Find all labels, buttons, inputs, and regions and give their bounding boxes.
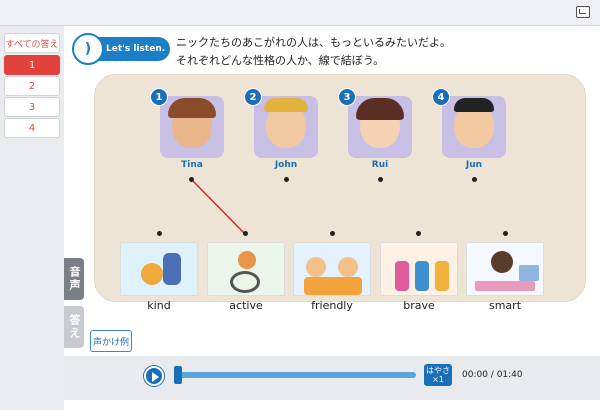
scene-image-active	[207, 242, 285, 296]
person-card-tina	[160, 96, 224, 158]
scene-image-smart	[466, 242, 544, 296]
time-display: 00:00 / 01:40	[462, 370, 523, 380]
question-1-button[interactable]: 1	[4, 55, 60, 75]
word-dot[interactable]	[416, 231, 421, 236]
instruction-line-2: それぞれどんな性格の人か、線で結ぼう。	[176, 54, 385, 67]
scene-image-brave	[380, 242, 458, 296]
top-bar	[0, 0, 600, 26]
person-number-badge: 4	[432, 88, 450, 106]
seek-track[interactable]	[176, 372, 416, 378]
question-2-button[interactable]: 2	[4, 76, 60, 96]
speed-value: ×1	[432, 375, 444, 384]
word-label: smart	[488, 299, 522, 312]
person-dot[interactable]	[189, 177, 194, 182]
word-dot[interactable]	[503, 231, 508, 236]
person-name: Tina	[181, 160, 203, 170]
word-label: kind	[147, 299, 171, 312]
word-dot[interactable]	[243, 231, 248, 236]
tab-answer[interactable]: 答え	[64, 306, 84, 348]
word-dot[interactable]	[157, 231, 162, 236]
seek-handle[interactable]	[174, 366, 182, 384]
person-card-jun	[442, 96, 506, 158]
person-dot[interactable]	[472, 177, 477, 182]
word-label: active	[229, 299, 263, 312]
play-icon[interactable]	[144, 366, 164, 386]
fullscreen-icon[interactable]	[576, 6, 590, 18]
word-label: brave	[403, 299, 435, 312]
scene-image-friendly	[293, 242, 371, 296]
person-name: Rui	[371, 160, 389, 170]
person-name: Jun	[465, 160, 483, 170]
person-dot[interactable]	[284, 177, 289, 182]
speed-button[interactable]: はやさ ×1	[424, 364, 452, 386]
word-dot[interactable]	[330, 231, 335, 236]
person-number-badge: 2	[244, 88, 262, 106]
instruction-line-1: ニックたちのあこがれの人は、もっといるみたいだよ。	[176, 36, 451, 49]
person-number-badge: 1	[150, 88, 168, 106]
scene-image-kind	[120, 242, 198, 296]
person-card-rui	[348, 96, 412, 158]
person-card-john	[254, 96, 318, 158]
speed-label: はやさ	[426, 366, 450, 375]
question-3-button[interactable]: 3	[4, 97, 60, 117]
all-answers-button[interactable]: すべての答え	[4, 33, 60, 53]
ear-icon: )	[72, 33, 104, 65]
word-label: friendly	[311, 299, 353, 312]
person-number-badge: 3	[338, 88, 356, 106]
tab-audio[interactable]: 音声	[64, 258, 84, 300]
question-4-button[interactable]: 4	[4, 118, 60, 138]
person-name: John	[274, 160, 298, 170]
example-phrase-button[interactable]: 声かけ例	[90, 330, 132, 352]
person-dot[interactable]	[378, 177, 383, 182]
